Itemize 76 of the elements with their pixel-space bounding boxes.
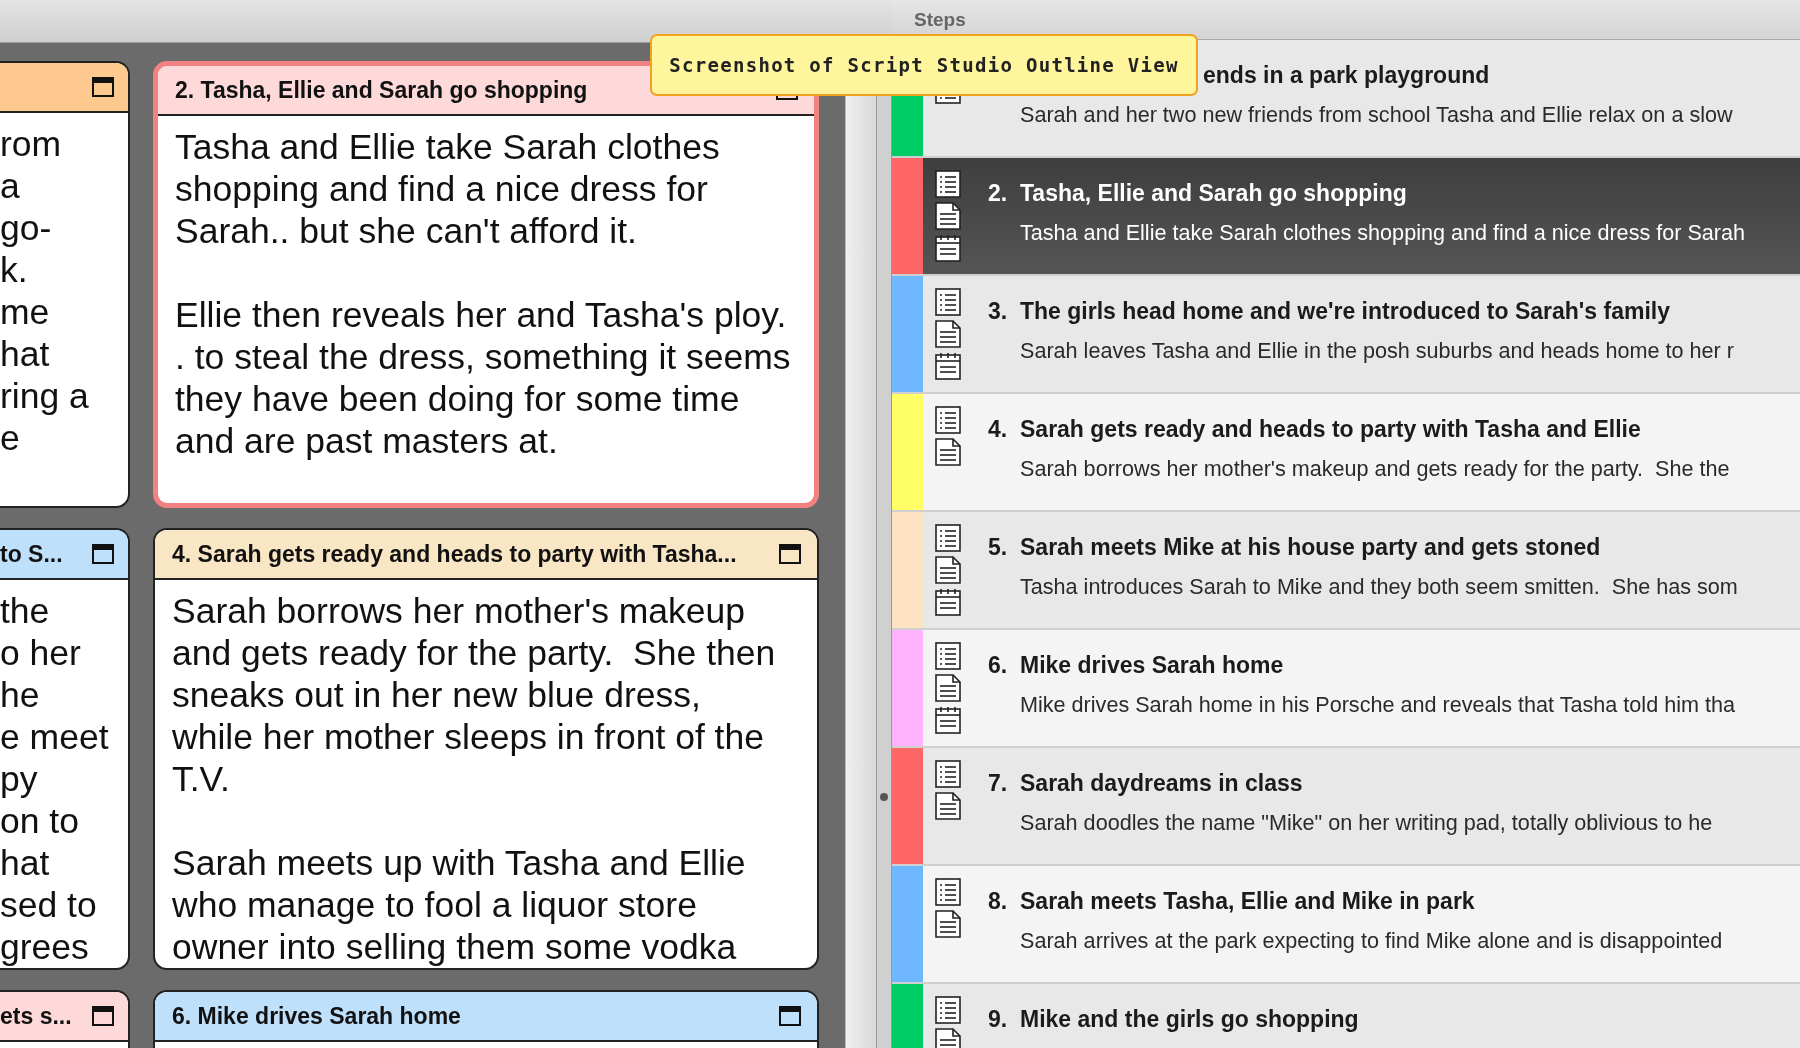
step-title: Tasha, Ellie and Sarah go shopping <box>1020 180 1407 207</box>
story-card[interactable] <box>153 528 819 970</box>
calendar-icon[interactable] <box>935 352 961 380</box>
step-description: Tasha and Ellie take Sarah clothes shopping and find a nice dress for Sarah <box>1020 220 1746 245</box>
step-number: 7. <box>987 770 1009 797</box>
splitter-grip[interactable] <box>880 793 888 801</box>
document-icon[interactable] <box>935 438 961 466</box>
outline-list-icon[interactable] <box>935 524 961 552</box>
step-title: Sarah meets Mike at his house party and gets stoned <box>1020 534 1601 561</box>
document-icon[interactable] <box>935 792 961 820</box>
step-description: Tasha introduces Sarah to Mike and they both seem smitten. She has som <box>1020 574 1738 599</box>
story-card[interactable]: to S... the o her he e meet py on to hat sed to grees <box>0 528 130 970</box>
document-icon[interactable] <box>935 556 961 584</box>
calendar-icon[interactable] <box>935 234 961 262</box>
card-title: to S... <box>0 540 64 568</box>
outline-list-icon[interactable] <box>935 170 961 198</box>
calendar-icon[interactable] <box>935 706 961 734</box>
document-icon[interactable] <box>935 1028 961 1048</box>
step-row[interactable]: 6. Mike drives Sarah home Mike drives Sarah home in his Porsche and reveals that Tasha told him tha <box>892 630 1800 748</box>
step-number: 5. <box>987 534 1009 561</box>
step-number: 4. <box>987 416 1009 443</box>
step-number: 3. <box>987 298 1009 325</box>
document-icon[interactable] <box>935 320 961 348</box>
calendar-icon[interactable] <box>935 588 961 616</box>
outline-list-icon[interactable] <box>935 878 961 906</box>
step-row[interactable]: 4. Sarah gets ready and heads to party with Tasha and Ellie Sarah borrows her mother's makeup and gets ready for the party. She the <box>892 394 1800 512</box>
outline-list-icon[interactable] <box>935 288 961 316</box>
step-number: 2. <box>987 180 1009 207</box>
step-title: Mike and the girls go shopping <box>1020 1006 1359 1033</box>
step-number: 6. <box>987 652 1009 679</box>
card-text: Sarah borrows her mother's makeup and gets ready for the party. She then sneaks out in her new blue dress, while her mother sleeps in front of the T.V. <box>172 590 777 800</box>
step-description: Sarah leaves Tasha and Ellie in the posh suburbs and heads home to her r <box>1020 338 1734 363</box>
story-card[interactable]: rom a go- k. me hat ring a e <box>0 61 130 508</box>
story-card[interactable]: ets s... <box>0 990 130 1048</box>
step-title: Mike drives Sarah home <box>1020 652 1284 679</box>
step-row[interactable]: 7. Sarah daydreams in class Sarah doodles the name "Mike" on her writing pad, totally oblivious to he <box>892 748 1800 866</box>
step-description: Mike drives Sarah home in his Porsche and reveals that Tasha told him tha <box>1020 692 1735 717</box>
step-title: Sarah meets Tasha, Ellie and Mike in park <box>1020 888 1475 915</box>
card-title: ets s... <box>0 1002 73 1030</box>
document-icon[interactable] <box>935 910 961 938</box>
maximize-icon[interactable] <box>779 544 801 564</box>
document-icon[interactable] <box>935 674 961 702</box>
card-title: 2. Tasha, Ellie and Sarah go shopping <box>175 76 589 104</box>
document-icon[interactable] <box>935 202 961 230</box>
step-description: Sarah and her two new friends from school Tasha and Ellie relax on a slow <box>1020 102 1733 127</box>
outline-list-icon[interactable] <box>935 760 961 788</box>
step-title: Sarah daydreams in class <box>1020 770 1303 797</box>
step-number: 9. <box>987 1006 1009 1033</box>
outline-list-icon[interactable] <box>935 642 961 670</box>
step-title: The girls head home and we're introduced to Sarah's family <box>1020 298 1670 325</box>
card-text: the o her he e meet py on to hat sed to grees <box>0 590 110 968</box>
step-description: Sarah doodles the name "Mike" on her writing pad, totally oblivious to he <box>1020 810 1713 835</box>
step-row[interactable]: 2. Tasha, Ellie and Sarah go shopping Tasha and Ellie take Sarah clothes shopping and find a nice dress for Sarah <box>892 158 1800 276</box>
outline-list-icon[interactable] <box>935 996 961 1024</box>
card-title: 4. Sarah gets ready and heads to party with Tasha... <box>172 540 738 568</box>
step-description: Sarah borrows her mother's makeup and gets ready for the party. She the <box>1020 456 1730 481</box>
card-title: 6. Mike drives Sarah home <box>172 1002 462 1030</box>
maximize-icon[interactable] <box>92 544 114 564</box>
caption-tooltip: Screenshot of Script Studio Outline View <box>650 34 1198 96</box>
card-text: rom a go- k. me hat ring a e <box>0 123 90 459</box>
card-text: Sarah meets up with Tasha and Ellie who manage to fool a liquor store owner into selling them some vodka <box>172 842 747 968</box>
maximize-icon[interactable] <box>92 1006 114 1026</box>
card-text: Tasha and Ellie take Sarah clothes shopping and find a nice dress for Sarah.. but she can't afford it. <box>175 126 721 252</box>
maximize-icon[interactable] <box>92 77 114 97</box>
panel-title: Steps <box>914 8 966 31</box>
maximize-icon[interactable] <box>779 1006 801 1026</box>
step-row[interactable]: 3. The girls head home and we're introduced to Sarah's family Sarah leaves Tasha and Ellie in the posh suburbs and heads home to her r <box>892 276 1800 394</box>
step-row[interactable]: 8. Sarah meets Tasha, Ellie and Mike in park Sarah arrives at the park expecting to find Mike alone and is disappointed <box>892 866 1800 984</box>
outline-list-icon[interactable] <box>935 406 961 434</box>
card-text: Ellie then reveals her and Tasha's ploy. . to steal the dress, something it seems they have been doing for some time and are past masters at. <box>175 294 792 462</box>
story-card[interactable]: 6. Mike drives Sarah home <box>153 990 819 1048</box>
step-title: Sarah gets ready and heads to party with Tasha and Ellie <box>1020 416 1641 443</box>
step-description: Sarah arrives at the park expecting to find Mike alone and is disappointed <box>1020 928 1723 953</box>
step-title: ends in a park playground <box>1203 62 1490 89</box>
step-number: 8. <box>987 888 1009 915</box>
step-row[interactable]: 5. Sarah meets Mike at his house party and gets stoned Tasha introduces Sarah to Mike and they both seem smitten. She has som <box>892 512 1800 630</box>
